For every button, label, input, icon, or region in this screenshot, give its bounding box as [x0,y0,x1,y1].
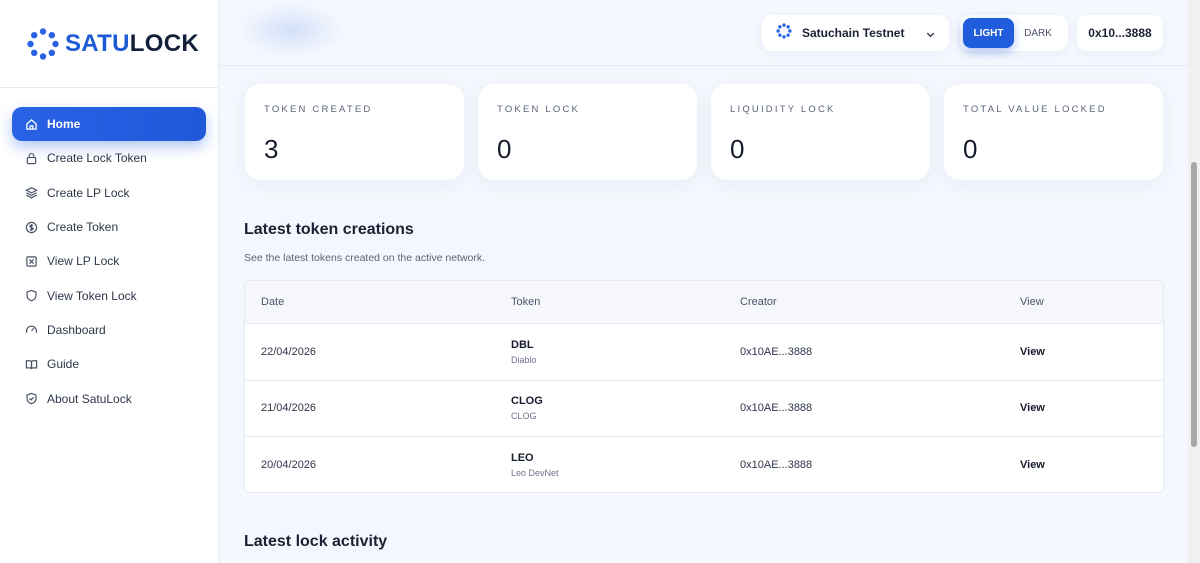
sidebar-item-create-token[interactable]: Create Token [12,210,206,244]
sidebar-item-label: View LP Lock [47,254,120,269]
stat-label: TOTAL VALUE LOCKED [963,104,1107,115]
brand-logo[interactable]: SATULOCK [0,0,218,88]
sidebar-item-label: Create Lock Token [47,151,147,166]
token-symbol: LEO [511,452,534,465]
stat-label: LIQUIDITY LOCK [730,104,836,115]
row-token: LEO Leo DevNet [511,452,559,478]
sidebar-item-label: Dashboard [47,322,106,337]
table-row: 20/04/2026 LEO Leo DevNet 0x10AE...3888 … [245,437,1163,492]
stat-label: TOKEN LOCK [497,104,581,115]
row-date: 20/04/2026 [261,459,317,472]
theme-dark-button[interactable]: DARK [1014,18,1062,48]
sidebar-nav: Home Create Lock Token Create LP Lock Cr… [0,88,218,416]
scrollbar-thumb[interactable] [1191,162,1197,447]
sidebar-item-view-token-lock[interactable]: View Token Lock [12,278,206,312]
sidebar-item-label: Create Token [47,220,119,235]
home-icon [24,117,38,131]
sidebar-item-label: View Token Lock [47,288,137,303]
column-header-creator: Creator [740,296,777,308]
view-link[interactable]: View [1020,346,1045,358]
stat-card-token-created: TOKEN CREATED 3 [245,84,464,180]
stat-label: TOKEN CREATED [264,104,373,115]
sidebar-item-home[interactable]: Home [12,107,206,142]
network-name: Satuchain Testnet [802,26,905,40]
latest-lock-title: Latest lock activity [244,533,388,550]
sidebar-item-label: Create LP Lock [47,185,130,200]
chevron-down-icon [925,27,936,45]
stat-card-total-value-locked: TOTAL VALUE LOCKED 0 [944,84,1163,180]
sidebar-item-label: Guide [47,357,80,372]
sidebar: SATULOCK Home Create Lock Token Create L… [0,0,219,563]
stat-value: 3 [264,134,279,164]
token-name: CLOG [511,411,537,422]
square-x-icon [24,254,38,268]
sidebar-item-guide[interactable]: Guide [12,347,206,381]
theme-light-button[interactable]: LIGHT [963,18,1014,48]
table-row: 21/04/2026 CLOG CLOG 0x10AE...3888 View [245,381,1163,438]
layers-icon [24,186,38,200]
column-header-date: Date [261,296,285,308]
network-logo-icon [776,22,792,44]
column-header-view: View [1020,296,1044,308]
latest-tokens-table: Date Token Creator View 22/04/2026 DBL D… [244,280,1164,493]
token-symbol: DBL [511,338,534,351]
row-creator: 0x10AE...3888 [740,345,813,358]
stat-value: 0 [963,134,978,164]
sidebar-item-label: About SatuLock [47,391,132,406]
table-header: Date Token Creator View [245,281,1163,324]
row-token: CLOG CLOG [511,395,543,421]
page-scrollbar[interactable] [1188,0,1200,563]
brand-name: SATULOCK [65,29,199,57]
stat-card-liquidity-lock: LIQUIDITY LOCK 0 [711,84,930,180]
lock-icon [24,151,38,165]
satulock-logo-icon [26,27,60,61]
theme-toggle: LIGHT DARK [960,15,1068,51]
column-header-token: Token [511,296,541,308]
latest-tokens-subtitle: See the latest tokens created on the act… [244,252,486,264]
row-token: DBL Diablo [511,339,537,365]
network-selector[interactable]: Satuchain Testnet [762,15,949,51]
decorative-blob [241,4,341,56]
sidebar-item-dashboard[interactable]: Dashboard [12,313,206,347]
view-link[interactable]: View [1020,402,1045,414]
token-name: Diablo [511,354,537,365]
row-creator: 0x10AE...3888 [740,402,813,415]
shield-icon [24,289,38,303]
stat-card-token-lock: TOKEN LOCK 0 [478,84,697,180]
gauge-icon [24,323,38,337]
book-icon [24,357,38,371]
shield-check-icon [24,392,38,406]
wallet-address-button[interactable]: 0x10...3888 [1077,15,1163,51]
stat-value: 0 [497,134,512,164]
table-row: 22/04/2026 DBL Diablo 0x10AE...3888 View [245,324,1163,381]
token-name: Leo DevNet [511,468,559,479]
token-symbol: CLOG [511,395,543,408]
sidebar-item-view-lp-lock[interactable]: View LP Lock [12,244,206,278]
sidebar-item-label: Home [47,117,81,132]
row-date: 21/04/2026 [261,402,317,415]
row-date: 22/04/2026 [261,345,317,358]
sidebar-item-create-lp-lock[interactable]: Create LP Lock [12,176,206,210]
coin-icon [24,220,38,234]
sidebar-item-create-lock-token[interactable]: Create Lock Token [12,141,206,175]
row-creator: 0x10AE...3888 [740,459,813,472]
stat-value: 0 [730,134,745,164]
view-link[interactable]: View [1020,459,1045,471]
sidebar-item-about-satulock[interactable]: About SatuLock [12,381,206,415]
latest-tokens-title: Latest token creations [244,221,414,238]
top-header: Satuchain Testnet LIGHT DARK 0x10...3888 [219,0,1188,66]
